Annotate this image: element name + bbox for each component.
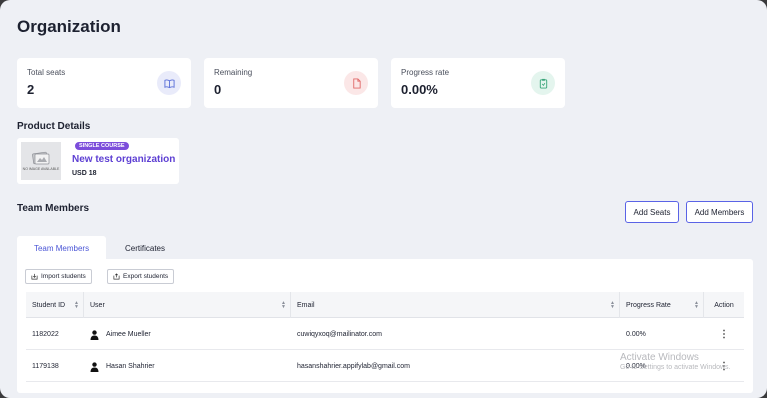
cell-email: cuwiqyxoq@mailinator.com — [297, 331, 382, 338]
clipboard-icon — [531, 71, 555, 95]
stat-card-remaining: Remaining 0 — [204, 58, 378, 108]
table-row[interactable]: 1182022 Aimee Mueller cuwiqyxoq@mailinat… — [26, 319, 744, 350]
column-label: User — [90, 301, 105, 309]
cell-user: Aimee Mueller — [84, 319, 291, 350]
document-icon — [344, 71, 368, 95]
product-thumbnail: NO IMAGE AVAILABLE — [21, 142, 61, 180]
watermark-title: Activate Windows — [620, 352, 699, 363]
stat-label: Progress rate — [401, 68, 450, 77]
import-students-label: Import students — [41, 273, 86, 280]
product-card[interactable]: NO IMAGE AVAILABLE SINGLE COURSE New tes… — [17, 138, 179, 184]
column-label: Action — [714, 301, 734, 309]
user-icon — [90, 329, 99, 340]
stat-card-progress-rate: Progress rate 0.00% — [391, 58, 565, 108]
export-students-button[interactable]: Export students — [107, 269, 175, 284]
user-icon — [90, 361, 99, 372]
row-actions-menu-icon[interactable]: ⋮ — [704, 319, 744, 350]
add-members-button[interactable]: Add Members — [686, 201, 753, 223]
team-members-panel: Import students Export students Student … — [17, 259, 753, 393]
app-window: Organization Total seats 2 Remaining 0 P… — [0, 0, 767, 398]
thumbnail-caption: NO IMAGE AVAILABLE — [22, 167, 60, 171]
cell-email: hasanshahrier.appifylab@gmail.com — [297, 363, 410, 370]
stat-value: 0.00% — [401, 82, 438, 97]
export-icon — [113, 273, 120, 280]
import-icon — [31, 273, 38, 280]
column-header-email[interactable]: Email ▲ ▼ — [291, 292, 620, 318]
stat-label: Total seats — [27, 68, 66, 77]
team-members-heading: Team Members — [17, 203, 90, 214]
stat-card-total-seats: Total seats 2 — [17, 58, 191, 108]
stat-label: Remaining — [214, 68, 253, 77]
sort-icon[interactable]: ▲ ▼ — [281, 301, 286, 310]
tab-certificates[interactable]: Certificates — [106, 236, 184, 260]
cell-progress-rate: 0.00% — [626, 331, 646, 338]
page-title: Organization — [17, 17, 121, 36]
user-name: Hasan Shahrier — [106, 363, 155, 370]
tab-strip: Team Members Certificates — [17, 236, 753, 260]
column-label: Email — [297, 301, 315, 309]
column-header-action: Action — [704, 292, 744, 318]
windows-activation-watermark: Activate Windows Go to Settings to activ… — [620, 352, 731, 371]
table-header: Student ID ▲ ▼ User ▲ ▼ Email ▲ ▼ Progress … — [26, 292, 744, 318]
tab-team-members[interactable]: Team Members — [17, 236, 106, 260]
add-seats-button[interactable]: Add Seats — [625, 201, 679, 223]
book-icon — [157, 71, 181, 95]
stat-value: 0 — [214, 82, 222, 97]
product-details-heading: Product Details — [17, 121, 91, 132]
course-type-badge: SINGLE COURSE — [75, 142, 129, 150]
column-header-student-id[interactable]: Student ID ▲ ▼ — [26, 292, 84, 318]
product-price: USD 18 — [72, 170, 97, 177]
cell-student-id: 1179138 — [32, 363, 59, 370]
export-students-label: Export students — [123, 273, 169, 280]
sort-icon[interactable]: ▲ ▼ — [610, 301, 615, 310]
image-placeholder-icon — [32, 151, 50, 165]
import-students-button[interactable]: Import students — [25, 269, 92, 284]
product-name-link[interactable]: New test organization — [72, 154, 175, 165]
cell-student-id: 1182022 — [32, 331, 59, 338]
column-label: Student ID — [32, 301, 66, 309]
user-name: Aimee Mueller — [106, 331, 151, 338]
watermark-subtitle: Go to Settings to activate Windows. — [620, 364, 731, 371]
column-label: Progress Rate — [626, 301, 671, 309]
column-header-progress-rate[interactable]: Progress Rate ▲ ▼ — [620, 292, 704, 318]
stat-value: 2 — [27, 82, 35, 97]
sort-icon[interactable]: ▲ ▼ — [74, 301, 79, 310]
sort-icon[interactable]: ▲ ▼ — [694, 301, 699, 310]
cell-user: Hasan Shahrier — [84, 351, 291, 382]
column-header-user[interactable]: User ▲ ▼ — [84, 292, 291, 318]
